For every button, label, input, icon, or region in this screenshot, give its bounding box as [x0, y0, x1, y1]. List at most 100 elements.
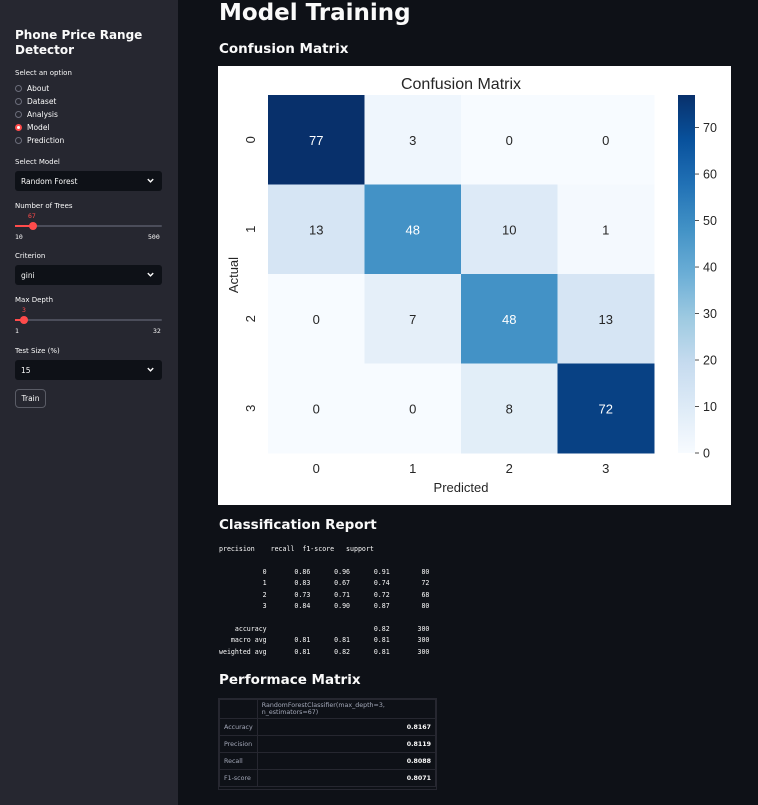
- classification-report-heading: Classification Report: [219, 517, 377, 533]
- cell-value-label: 1: [602, 222, 609, 237]
- cell-value-label: 72: [599, 401, 613, 416]
- y-tick-label: 0: [243, 136, 258, 143]
- chevron-down-icon: [147, 272, 154, 277]
- colorbar-tick-label: 50: [703, 214, 717, 228]
- test-size-select[interactable]: 15: [15, 360, 162, 380]
- table-row: Recall 0.8088: [219, 752, 437, 770]
- cell-value-label: 8: [506, 401, 513, 416]
- radio-label: Model: [27, 123, 50, 132]
- radio-circle-icon[interactable]: [15, 98, 22, 105]
- trees-max: 500: [148, 233, 160, 241]
- depth-max: 32: [153, 327, 161, 335]
- trees-min: 10: [15, 233, 23, 241]
- radio-circle-icon[interactable]: [15, 85, 22, 92]
- y-tick-label: 1: [243, 226, 258, 233]
- radio-analysis[interactable]: Analysis: [15, 109, 58, 120]
- row-value: 0.8088: [256, 752, 437, 770]
- radio-about[interactable]: About: [15, 83, 49, 94]
- table-corner: [219, 699, 258, 719]
- depth-slider-value: 3: [22, 306, 26, 314]
- table-column-header[interactable]: RandomForestClassifier(max_depth=3, n_es…: [256, 699, 437, 719]
- confusion-matrix-heading: Confusion Matrix: [219, 41, 349, 57]
- colorbar-tick-label: 70: [703, 121, 717, 135]
- cell-value-label: 0: [313, 401, 320, 416]
- train-button[interactable]: Train: [15, 389, 46, 408]
- colorbar-tick-label: 0: [703, 447, 710, 461]
- cell-value-label: 0: [409, 401, 416, 416]
- row-label: Accuracy: [219, 718, 258, 736]
- row-value: 0.8167: [256, 718, 437, 736]
- row-label: Precision: [219, 735, 258, 753]
- cell-value-label: 7: [409, 312, 416, 327]
- cell-value-label: 13: [599, 312, 613, 327]
- row-value: 0.8071: [256, 769, 437, 787]
- y-tick-label: 3: [243, 405, 258, 412]
- criterion-select[interactable]: gini: [15, 265, 162, 285]
- option-label: Select an option: [15, 69, 72, 77]
- trees-slider[interactable]: [15, 222, 162, 230]
- report-line: 3 0.84 0.90 0.87 80: [219, 601, 430, 610]
- cell-value-label: 3: [409, 133, 416, 148]
- test-size-value: 15: [21, 365, 31, 375]
- chevron-down-icon: [147, 367, 154, 372]
- report-line: [219, 555, 429, 566]
- confusion-matrix-figure: Confusion Matrix Predicted Actual 77 3 0 0 1…: [218, 66, 731, 505]
- page-title: Model Training: [219, 0, 411, 26]
- report-line: 0 0.86 0.96 0.91 80: [219, 567, 430, 576]
- sidebar-title: Phone Price Range Detector: [15, 28, 143, 57]
- confusion-matrix-chart: Confusion Matrix Predicted Actual 77 3 0 01…: [226, 76, 717, 495]
- depth-min: 1: [15, 327, 19, 335]
- table-row: Accuracy 0.8167: [219, 718, 437, 736]
- cell-value-label: 0: [506, 133, 513, 148]
- colorbar-tick-label: 20: [703, 354, 717, 368]
- report-line: [219, 612, 429, 623]
- radio-selected-icon[interactable]: [15, 124, 22, 131]
- colorbar: [678, 95, 695, 453]
- report-line: precision recall f1-score support: [219, 545, 374, 553]
- radio-circle-icon[interactable]: [15, 111, 22, 118]
- performance-table: RandomForestClassifier(max_depth=3, n_es…: [218, 698, 437, 790]
- x-tick-label: 1: [409, 461, 416, 476]
- slider-thumb[interactable]: [29, 222, 37, 230]
- test-size-label: Test Size (%): [15, 347, 60, 355]
- criterion-label: Criterion: [15, 252, 46, 260]
- trees-label: Number of Trees: [15, 202, 73, 210]
- cell-value-label: 13: [309, 222, 323, 237]
- y-axis-label: Actual: [226, 257, 241, 293]
- model-select-label: Select Model: [15, 158, 60, 166]
- report-line: macro avg 0.81 0.81 0.81 300: [219, 636, 430, 645]
- radio-prediction[interactable]: Prediction: [15, 135, 64, 146]
- x-tick-label: 0: [313, 461, 320, 476]
- radio-label: Prediction: [27, 136, 65, 145]
- row-label: Recall: [219, 752, 258, 770]
- classification-report: precision recall f1-score support 0 0.86…: [219, 544, 429, 658]
- depth-slider[interactable]: [15, 316, 162, 324]
- colorbar-tick-label: 10: [703, 400, 717, 414]
- radio-circle-icon[interactable]: [15, 137, 22, 144]
- criterion-select-value: gini: [21, 270, 35, 280]
- slider-thumb[interactable]: [20, 316, 28, 324]
- cell-value-label: 0: [313, 312, 320, 327]
- row-label: F1-score: [219, 769, 258, 787]
- performance-matrix-heading: Performace Matrix: [219, 672, 361, 688]
- cell-value-label: 10: [502, 222, 516, 237]
- model-select[interactable]: Random Forest: [15, 171, 162, 191]
- x-axis-label: Predicted: [434, 480, 489, 495]
- colorbar-tick-label: 40: [703, 261, 717, 275]
- row-value: 0.8119: [256, 735, 437, 753]
- radio-dataset[interactable]: Dataset: [15, 96, 56, 107]
- chart-title: Confusion Matrix: [401, 76, 521, 93]
- colorbar-tick-label: 30: [703, 307, 717, 321]
- cell-value-label: 77: [309, 133, 323, 148]
- colorbar-tick-label: 60: [703, 168, 717, 182]
- radio-label: Analysis: [27, 110, 58, 119]
- report-line: weighted avg 0.81 0.82 0.81 300: [219, 647, 430, 656]
- depth-label: Max Depth: [15, 296, 54, 304]
- table-row: Precision 0.8119: [219, 735, 437, 753]
- x-tick-label: 3: [602, 461, 609, 476]
- radio-label: Dataset: [27, 97, 57, 106]
- y-tick-label: 2: [243, 315, 258, 322]
- cell-value-label: 48: [406, 222, 420, 237]
- model-select-value: Random Forest: [21, 176, 78, 186]
- radio-model[interactable]: Model: [15, 122, 50, 133]
